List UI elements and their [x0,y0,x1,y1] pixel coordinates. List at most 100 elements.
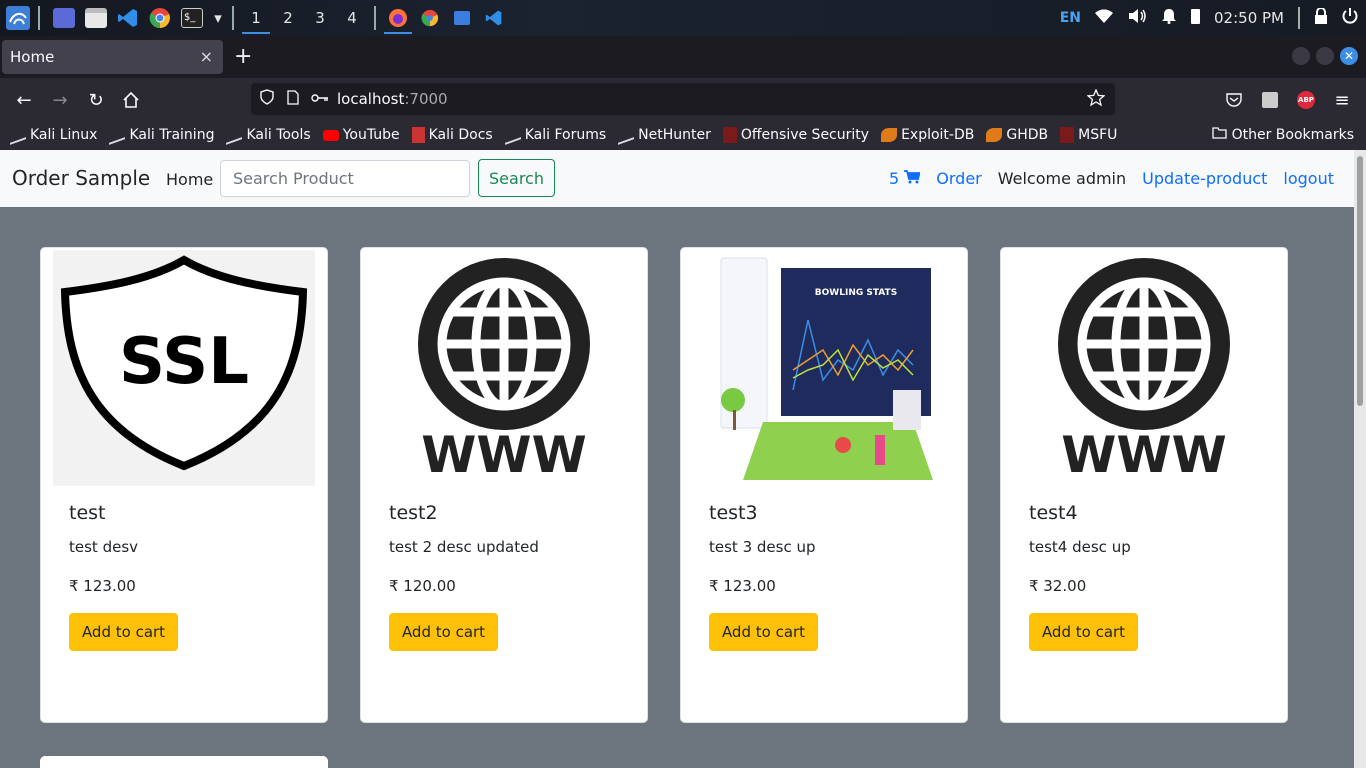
bookmark-label: NetHunter [638,127,711,143]
chevron-down-icon[interactable]: ▾ [210,4,226,32]
url-bar[interactable]: localhost:7000 [251,83,1115,115]
bookmark-kali-training[interactable]: Kali Training [109,125,214,145]
nav-home-link[interactable]: Home [166,170,213,189]
power-icon[interactable] [1342,8,1358,28]
bookmarks-bar: Kali Linux Kali Training Kali Tools YouT… [0,120,1366,150]
logout-link[interactable]: logout [1283,169,1334,188]
desktop-icon[interactable] [50,4,78,32]
add-to-cart-button[interactable]: Add to cart [1029,613,1138,651]
add-to-cart-button[interactable]: Add to cart [389,613,498,651]
bookmark-kali-forums[interactable]: Kali Forums [504,125,606,145]
minimize-button[interactable] [1292,47,1310,65]
product-title: test3 [709,502,758,524]
bookmark-label: GHDB [1006,127,1049,143]
battery-icon[interactable] [1191,8,1201,28]
extension-icon[interactable] [1258,88,1282,112]
back-arrow-icon[interactable]: ← [12,88,36,112]
bookmark-youtube[interactable]: YouTube [322,127,400,143]
reload-icon[interactable]: ↻ [84,88,108,112]
terminal-icon[interactable]: $_ [178,4,206,32]
scrollbar-thumb[interactable] [1357,156,1363,406]
kali-dragon-icon [226,125,243,145]
bookmark-exploit-db[interactable]: Exploit-DB [881,127,974,143]
keyboard-layout[interactable]: EN [1060,10,1081,26]
bookmark-kali-tools[interactable]: Kali Tools [226,125,311,145]
bookmark-msfu[interactable]: MSFU [1060,127,1117,143]
system-tray: EN 02:50 PM [1060,0,1366,36]
shield-icon[interactable] [259,89,275,109]
product-desc: test4 desc up [1029,538,1131,556]
lock-icon[interactable] [1314,7,1328,28]
add-to-cart-button[interactable]: Add to cart [709,613,818,651]
ssl-text: SSL [119,325,249,399]
app-window-icon[interactable] [446,0,478,36]
cart-link[interactable]: 5 [889,169,921,188]
bookmark-label: Exploit-DB [901,127,975,143]
product-card-partial [40,756,328,768]
order-link[interactable]: Order [936,169,981,188]
product-card: WWW test2 test 2 desc updated ₹ 120.00 A… [360,247,648,723]
browser-tab-bar: Home × [0,36,1366,78]
key-icon[interactable] [311,90,329,108]
nav-right-links: 5 Order Welcome admin Update-product log… [889,169,1334,188]
workspace-3[interactable]: 3 [304,0,336,36]
bookmark-kali-docs[interactable]: Kali Docs [411,127,493,143]
bookmark-offensive-security[interactable]: Offensive Security [722,127,870,143]
file-manager-icon[interactable] [82,4,110,32]
new-tab-button[interactable]: + [234,44,252,69]
msfu-icon [1060,127,1075,143]
home-icon[interactable] [119,88,143,112]
clock[interactable]: 02:50 PM [1214,9,1284,27]
notification-bell-icon[interactable] [1161,8,1177,28]
tab-title: Home [10,48,55,66]
product-card: BOWLING STATS test3 test 3 desc up ₹ 123… [680,247,968,723]
product-price: ₹ 123.00 [69,577,136,595]
adblock-plus-icon[interactable]: ABP [1294,88,1318,112]
bookmark-star-icon[interactable] [1086,88,1106,111]
chrome-window-icon[interactable] [414,0,446,36]
search-input[interactable] [220,160,470,197]
product-desc: test 3 desc up [709,538,816,556]
youtube-icon [322,129,339,141]
bookmark-ghdb[interactable]: GHDB [986,127,1048,143]
brand-title[interactable]: Order Sample [12,166,150,190]
tab-home[interactable]: Home × [2,40,223,74]
kali-menu-icon[interactable] [4,4,32,32]
maximize-button[interactable] [1316,47,1334,65]
hamburger-menu-icon[interactable]: ≡ [1330,88,1354,112]
browser-toolbar: ← → ↻ localhost:7000 ABP ≡ [0,78,1366,120]
kali-dragon-icon [618,125,635,145]
taskbar-separator [232,6,234,30]
offsec-icon [722,127,737,143]
workspace-1[interactable]: 1 [240,0,272,36]
bookmark-label: MSFU [1078,127,1118,143]
bookmark-label: Offensive Security [740,127,870,143]
close-icon[interactable]: × [200,47,213,66]
wifi-icon[interactable] [1095,9,1114,27]
search-button[interactable]: Search [478,159,555,197]
vscode-icon[interactable] [114,4,142,32]
bookmark-kali-linux[interactable]: Kali Linux [10,125,97,145]
workspace-4[interactable]: 4 [336,0,368,36]
vscode-window-icon[interactable] [478,0,510,36]
bookmark-nethunter[interactable]: NetHunter [618,125,711,145]
chrome-icon[interactable] [146,4,174,32]
volume-icon[interactable] [1127,8,1147,28]
page-scrollbar[interactable] [1354,150,1366,768]
bookmark-label: Kali Tools [246,127,311,143]
workspace-2[interactable]: 2 [272,0,304,36]
os-taskbar: $_ ▾ 1 2 3 4 EN 02:50 PM [0,0,1366,36]
bookmark-label: YouTube [342,127,400,143]
update-product-link[interactable]: Update-product [1142,169,1267,188]
site-navbar: Order Sample Home Search 5 Order Welcome… [0,150,1354,207]
add-to-cart-button[interactable]: Add to cart [69,613,178,651]
other-bookmarks[interactable]: Other Bookmarks [1211,126,1354,143]
close-window-button[interactable]: ✕ [1340,47,1358,65]
forward-arrow-icon[interactable]: → [48,88,72,112]
pocket-icon[interactable] [1222,88,1246,112]
other-bookmarks-label: Other Bookmarks [1231,126,1354,143]
folder-icon [1211,126,1227,143]
firefox-window-icon[interactable] [382,0,414,36]
page-content: Order Sample Home Search 5 Order Welcome… [0,150,1354,768]
product-card: SSL test test desv ₹ 123.00 Add to cart [40,247,328,723]
